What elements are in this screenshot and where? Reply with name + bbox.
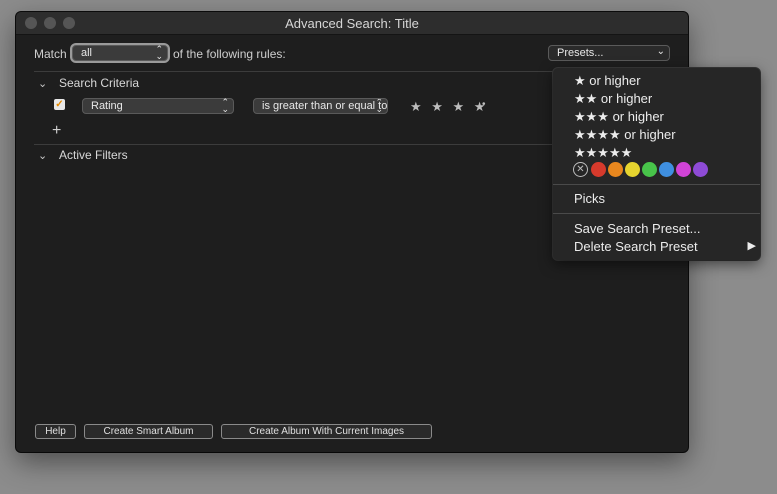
presets-popup[interactable]: Presets... ⌄ (548, 45, 670, 61)
picks-item[interactable]: Picks (574, 191, 605, 206)
help-button[interactable]: Help (35, 424, 76, 439)
chevron-down-icon: ⌄ (656, 46, 665, 57)
rating-stars-control[interactable]: ★ ★ ★ ★ (410, 99, 488, 115)
chevron-down-icon: ⌄ (38, 150, 48, 162)
color-label-green[interactable] (642, 162, 657, 177)
save-search-preset-item[interactable]: Save Search Preset... (574, 221, 700, 236)
no-color-label-icon[interactable]: ✕ (573, 162, 588, 177)
presets-menu: ★ or higher ★★ or higher ★★★ or higher ★… (553, 68, 760, 260)
create-album-with-current-images-button[interactable]: Create Album With Current Images (221, 424, 432, 439)
preset-5-stars[interactable]: ★★★★★ (574, 145, 632, 161)
presets-label: Presets... (557, 47, 604, 59)
color-label-purple[interactable] (693, 162, 708, 177)
updown-arrows-icon: ⌃ ⌄ (221, 97, 229, 114)
rating-dot[interactable]: • (482, 99, 486, 110)
preset-2-stars[interactable]: ★★ or higher (574, 91, 652, 107)
match-suffix-label: of the following rules: (173, 47, 286, 61)
rule-enabled-checkbox[interactable]: ✓ (54, 99, 65, 110)
updown-arrows-icon: ⌃ ⌄ (155, 44, 163, 61)
updown-arrows-icon: ⌃ ⌄ (375, 98, 383, 114)
search-criteria-header[interactable]: ⌄ Search Criteria (38, 76, 238, 92)
rule-operator-popup[interactable]: is greater than or equal to ⌃ ⌄ (253, 98, 388, 114)
menu-separator (553, 213, 760, 214)
rule-field-value: Rating (91, 100, 123, 112)
rule-operator-value: is greater than or equal to (262, 100, 388, 112)
delete-search-preset-label: Delete Search Preset (574, 239, 698, 254)
color-label-red[interactable] (591, 162, 606, 177)
title-bar: Advanced Search: Title (16, 12, 688, 35)
window-title: Advanced Search: Title (285, 16, 419, 31)
add-rule-button[interactable]: + (52, 122, 61, 140)
chevron-down-icon: ⌄ (38, 78, 48, 90)
active-filters-label: Active Filters (59, 148, 128, 162)
match-mode-popup[interactable]: all ⌃ ⌄ (72, 45, 168, 61)
preset-3-stars[interactable]: ★★★ or higher (574, 109, 664, 125)
rule-field-popup[interactable]: Rating ⌃ ⌄ (82, 98, 234, 114)
delete-search-preset-item[interactable]: Delete Search Preset ▶ (574, 239, 756, 254)
search-criteria-label: Search Criteria (59, 76, 140, 90)
color-label-yellow[interactable] (625, 162, 640, 177)
active-filters-header[interactable]: ⌄ Active Filters (38, 148, 238, 164)
preset-1-star[interactable]: ★ or higher (574, 73, 641, 89)
submenu-arrow-icon: ▶ (747, 240, 756, 252)
menu-separator (553, 184, 760, 185)
match-prefix-label: Match (34, 47, 67, 61)
checkmark-icon: ✓ (55, 99, 64, 110)
create-smart-album-button[interactable]: Create Smart Album (84, 424, 213, 439)
color-label-blue[interactable] (659, 162, 674, 177)
color-label-magenta[interactable] (676, 162, 691, 177)
preset-4-stars[interactable]: ★★★★ or higher (574, 127, 676, 143)
color-label-orange[interactable] (608, 162, 623, 177)
match-mode-value: all (81, 47, 93, 59)
